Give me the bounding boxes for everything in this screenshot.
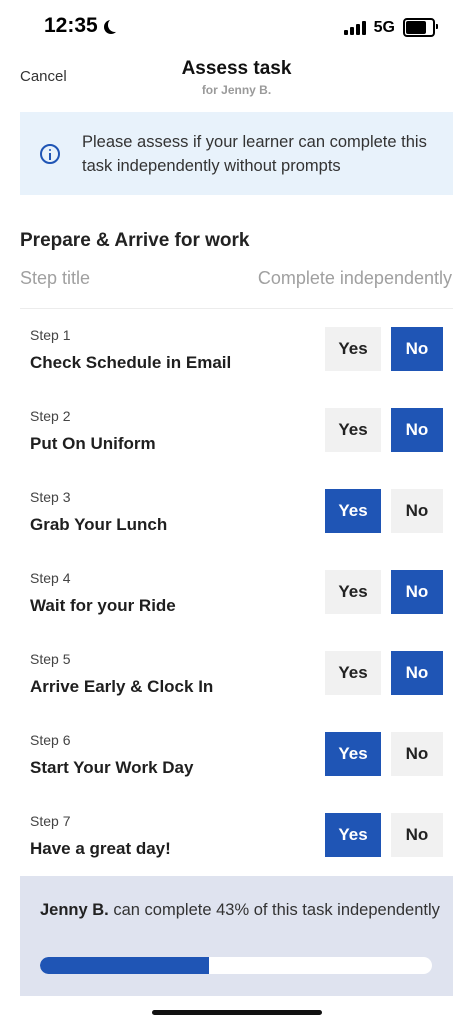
step-number: Step 7 — [30, 813, 71, 829]
step-number: Step 1 — [30, 327, 71, 343]
step-title: Have a great day! — [30, 839, 171, 858]
no-button[interactable]: No — [391, 732, 443, 776]
step-title: Start Your Work Day — [30, 758, 194, 777]
step-title: Check Schedule in Email — [30, 353, 232, 372]
moon-icon — [108, 18, 122, 32]
no-button[interactable]: No — [391, 489, 443, 533]
step-row: Step 3 Grab Your Lunch Yes No — [0, 489, 473, 559]
signal-icon — [343, 20, 366, 35]
step-row: Step 7 Have a great day! Yes No — [0, 813, 473, 883]
column-header-complete-independently: Complete independently — [257, 268, 452, 288]
learner-name: Jenny B. — [40, 901, 109, 919]
home-indicator — [152, 1010, 322, 1015]
summary-sentence: can complete 43% of this task independen… — [108, 901, 440, 919]
no-button[interactable]: No — [391, 813, 443, 857]
info-circle-icon — [40, 143, 60, 164]
step-number: Step 2 — [30, 408, 71, 424]
progress-fill — [40, 957, 209, 974]
step-title: Wait for your Ride — [30, 596, 176, 615]
step-row: Step 4 Wait for your Ride Yes No — [0, 570, 473, 640]
step-number: Step 6 — [30, 732, 71, 748]
network-label: 5G — [373, 18, 395, 36]
status-indicators: 5G — [343, 18, 438, 37]
summary-text: Jenny B. can complete 43% of this task i… — [40, 898, 440, 922]
info-text: Please assess if your learner can comple… — [82, 132, 427, 175]
yes-button[interactable]: Yes — [325, 732, 381, 776]
time-label: 12:35 — [44, 14, 98, 37]
no-button[interactable]: No — [391, 570, 443, 614]
status-time: 12:35 — [44, 14, 118, 38]
step-number: Step 3 — [30, 489, 71, 505]
yes-button[interactable]: Yes — [325, 651, 381, 695]
progress-bar — [40, 957, 432, 974]
yes-button[interactable]: Yes — [325, 570, 381, 614]
step-number: Step 5 — [30, 651, 71, 667]
no-button[interactable]: No — [391, 408, 443, 452]
battery-icon — [403, 18, 438, 37]
page-subtitle: for Jenny B. — [201, 83, 272, 97]
step-row: Step 5 Arrive Early & Clock In Yes No — [0, 651, 473, 721]
step-title: Put On Uniform — [30, 434, 156, 453]
summary-panel: Jenny B. can complete 43% of this task i… — [20, 876, 453, 996]
no-button[interactable]: No — [391, 327, 443, 371]
step-number: Step 4 — [30, 570, 71, 586]
divider — [20, 308, 453, 309]
step-title: Arrive Early & Clock In — [30, 677, 214, 696]
yes-button[interactable]: Yes — [325, 327, 381, 371]
step-row: Step 2 Put On Uniform Yes No — [0, 408, 473, 478]
yes-button[interactable]: Yes — [325, 813, 381, 857]
nav-bar: Cancel Assess task for Jenny B. — [0, 56, 473, 106]
yes-button[interactable]: Yes — [325, 408, 381, 452]
no-button[interactable]: No — [391, 651, 443, 695]
column-header-step-title: Step title — [20, 268, 91, 288]
status-bar: 12:35 5G — [0, 0, 473, 56]
page-title: Assess task — [181, 58, 292, 79]
yes-button[interactable]: Yes — [325, 489, 381, 533]
step-row: Step 1 Check Schedule in Email Yes No — [0, 327, 473, 397]
step-row: Step 6 Start Your Work Day Yes No — [0, 732, 473, 802]
step-title: Grab Your Lunch — [30, 515, 168, 534]
task-section-title: Prepare & Arrive for work — [20, 230, 250, 251]
info-banner: Please assess if your learner can comple… — [20, 112, 453, 195]
